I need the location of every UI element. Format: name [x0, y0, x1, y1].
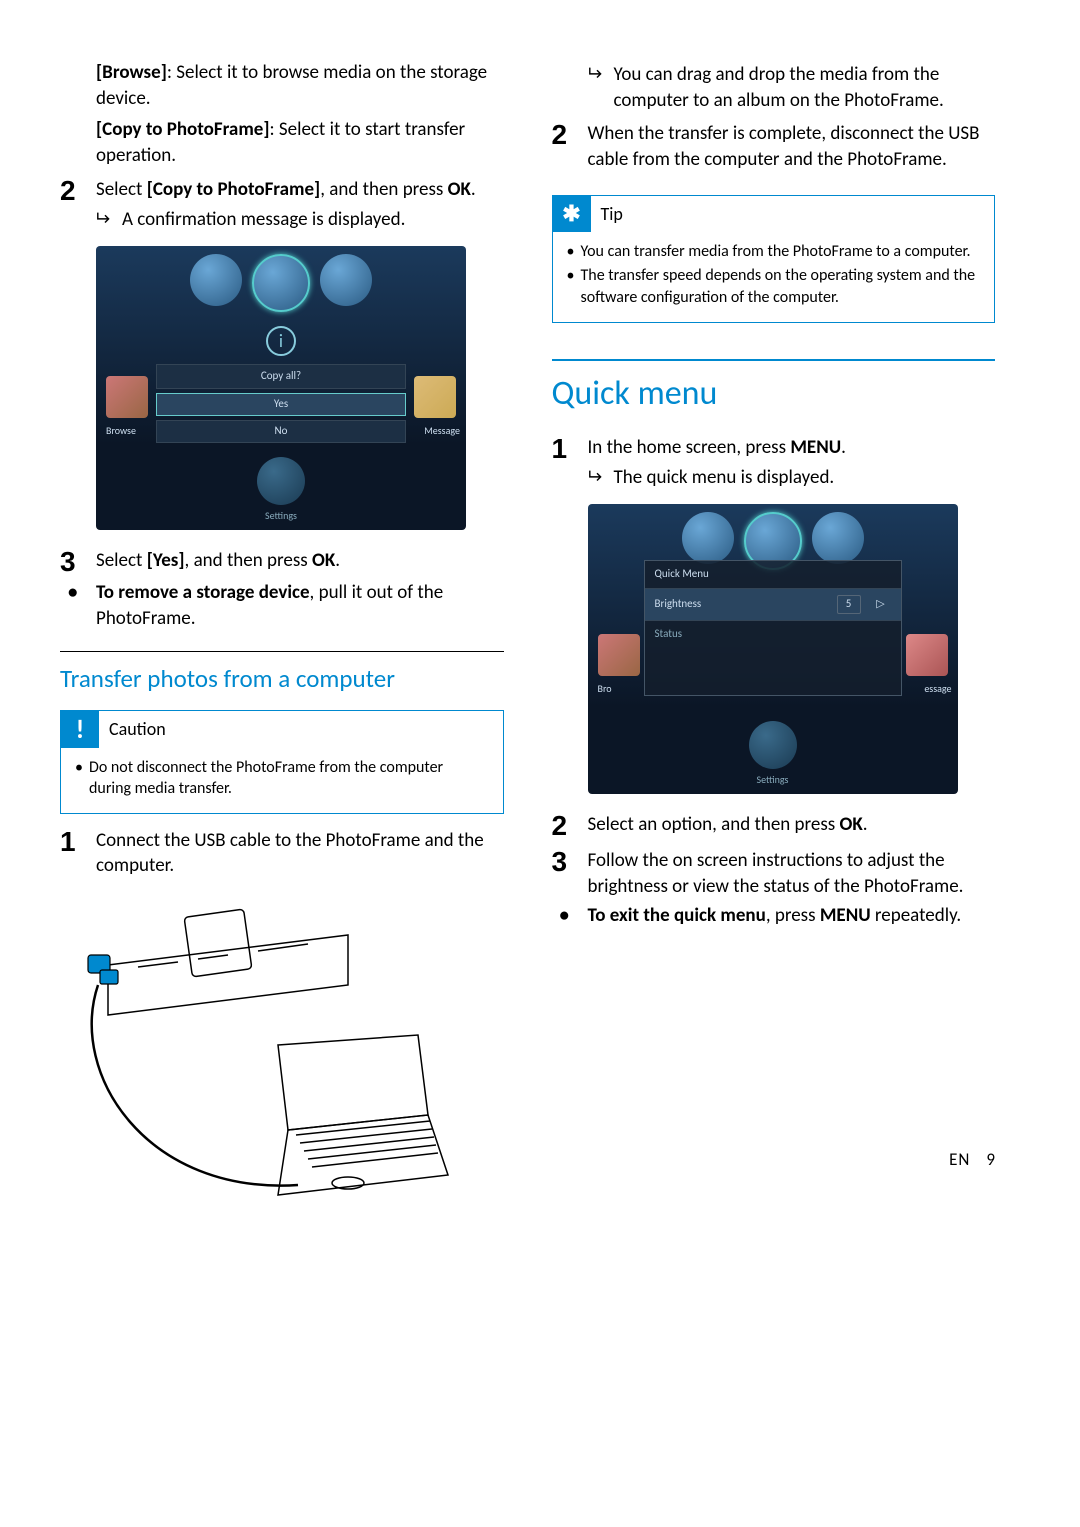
tip-label: Tip	[591, 196, 633, 232]
remove-bold: To remove a storage device	[96, 581, 310, 604]
step2-suffix: , and then press	[320, 178, 447, 201]
step3-ok: OK	[312, 549, 335, 572]
dragdrop-result: You can drag and drop the media from the…	[552, 62, 996, 113]
dialog-yes: Yes	[156, 393, 406, 416]
exit-menu-note: • To exit the quick menu, press MENU rep…	[552, 903, 996, 929]
quick-menu-screenshot: Bro essage Quick Menu Brightness 5 ▷ Sta…	[588, 504, 958, 794]
footer-lang: EN	[949, 1149, 970, 1170]
tip-text-1: You can transfer media from the PhotoFra…	[581, 241, 971, 263]
dialog-title: Copy all?	[156, 364, 406, 389]
qm3-text: Follow the on screen instructions to adj…	[588, 848, 996, 899]
transfer-subheading: Transfer photos from a computer	[60, 662, 504, 696]
page-footer: EN 9	[552, 1149, 996, 1172]
shot-settings-label: Settings	[265, 509, 297, 523]
tip-icon: ✱	[553, 196, 591, 232]
left-column: [Browse]: Select it to browse media on t…	[60, 60, 504, 1235]
step-number: 1	[552, 435, 588, 463]
play-icon: ▷	[871, 597, 891, 612]
usb-step1-text: Connect the USB cable to the PhotoFrame …	[96, 828, 504, 879]
right-column: You can drag and drop the media from the…	[552, 60, 996, 1235]
step2-result-text: A confirmation message is displayed.	[122, 207, 405, 233]
footer-page: 9	[986, 1149, 995, 1170]
step-2: 2 Select [Copy to PhotoFrame], and then …	[60, 177, 504, 205]
confirmation-screenshot: Browse Message i Copy all? Yes No Settin…	[96, 246, 466, 530]
qm-brightness-value: 5	[837, 595, 861, 614]
tip-text-2: The transfer speed depends on the operat…	[581, 265, 981, 308]
step-number: 3	[60, 548, 96, 576]
qm-step-2: 2 Select an option, and then press OK.	[552, 812, 996, 840]
qm-brightness-label: Brightness	[655, 597, 702, 612]
step3-suffix: , and then press	[185, 549, 312, 572]
step2-prefix: Select	[96, 178, 147, 201]
qm-step-1: 1 In the home screen, press MENU.	[552, 435, 996, 463]
right-step2-text: When the transfer is complete, disconnec…	[588, 121, 996, 172]
copy-option-label: [Copy to PhotoFrame]	[96, 118, 270, 141]
shot-message-label: Message	[424, 424, 460, 438]
qm-browse-label: Bro	[598, 682, 612, 696]
qm-message-label: essage	[924, 682, 951, 696]
qm2-ok: OK	[840, 813, 863, 836]
usb-illustration	[78, 895, 458, 1225]
step-number: 3	[552, 848, 588, 899]
step2-period: .	[471, 178, 476, 201]
step-3: 3 Select [Yes], and then press OK.	[60, 548, 504, 576]
section-divider	[60, 651, 504, 652]
exit-bold: To exit the quick menu	[588, 904, 766, 927]
qm1-period: .	[841, 436, 846, 459]
usb-step-1: 1 Connect the USB cable to the PhotoFram…	[60, 828, 504, 879]
result-arrow-icon	[96, 207, 122, 233]
quick-menu-heading: Quick menu	[552, 359, 996, 417]
right-step-2: 2 When the transfer is complete, disconn…	[552, 121, 996, 172]
browse-option-label: [Browse]	[96, 61, 167, 84]
caution-text: Do not disconnect the PhotoFrame from th…	[89, 757, 489, 800]
step2-bold: [Copy to PhotoFrame]	[147, 178, 321, 201]
step2-result: A confirmation message is displayed.	[60, 207, 504, 233]
exit-menu: MENU	[820, 904, 871, 927]
caution-icon: !	[61, 711, 99, 747]
qm2-prefix: Select an option, and then press	[588, 813, 840, 836]
step-number: 2	[60, 177, 96, 205]
options-block: [Browse]: Select it to browse media on t…	[60, 60, 504, 169]
qm2-period: .	[863, 813, 868, 836]
qm-result-text: The quick menu is displayed.	[614, 465, 835, 491]
info-icon: i	[266, 326, 296, 356]
remove-device-note: • To remove a storage device, pull it ou…	[60, 580, 504, 631]
result-arrow-icon	[588, 62, 614, 113]
qm1-menu: MENU	[790, 436, 841, 459]
step-number: 2	[552, 121, 588, 172]
qm-title: Quick Menu	[645, 561, 901, 589]
step-number: 2	[552, 812, 588, 840]
dialog-no: No	[156, 420, 406, 443]
qm-step-3: 3 Follow the on screen instructions to a…	[552, 848, 996, 899]
step3-bold: [Yes]	[147, 549, 185, 572]
qm1-prefix: In the home screen, press	[588, 436, 791, 459]
exit-suffix: repeatedly.	[871, 904, 962, 927]
qm-settings-label: Settings	[757, 773, 789, 787]
qm-brightness-row: Brightness 5 ▷	[645, 589, 901, 621]
result-arrow-icon	[588, 465, 614, 491]
step2-ok: OK	[448, 178, 471, 201]
caution-box: ! Caution Do not disconnect the PhotoFra…	[60, 710, 504, 813]
qm-result: The quick menu is displayed.	[552, 465, 996, 491]
step-number: 1	[60, 828, 96, 879]
exit-mid: , press	[766, 904, 820, 927]
shot-browse-label: Browse	[106, 424, 136, 438]
caution-label: Caution	[99, 711, 176, 747]
qm-status-label: Status	[645, 621, 901, 695]
step3-prefix: Select	[96, 549, 147, 572]
tip-box: ✱ Tip You can transfer media from the Ph…	[552, 195, 996, 323]
step3-period: .	[335, 549, 340, 572]
page-content: [Browse]: Select it to browse media on t…	[60, 60, 995, 1235]
usb-svg-icon	[78, 895, 458, 1225]
dragdrop-text: You can drag and drop the media from the…	[614, 62, 996, 113]
